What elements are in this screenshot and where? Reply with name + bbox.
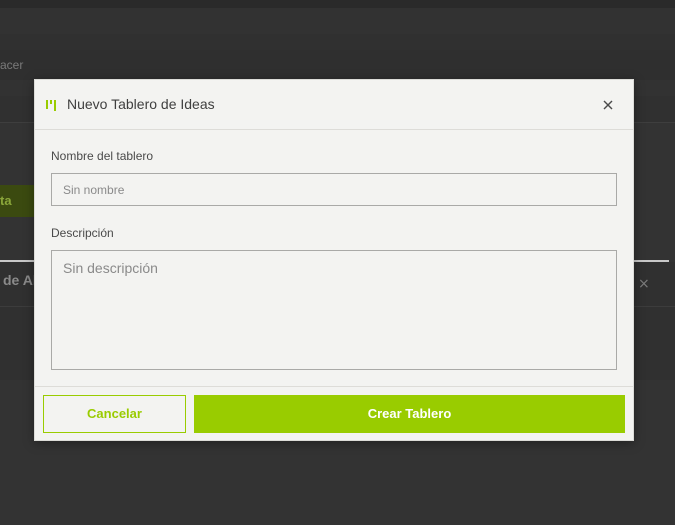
new-board-dialog: Nuevo Tablero de Ideas Nombre del tabler… xyxy=(34,79,634,441)
dialog-header: Nuevo Tablero de Ideas xyxy=(35,80,633,130)
cancel-button[interactable]: Cancelar xyxy=(43,395,186,433)
dialog-title: Nuevo Tablero de Ideas xyxy=(67,96,215,112)
create-board-button[interactable]: Crear Tablero xyxy=(194,395,625,433)
background-row xyxy=(0,50,675,81)
background-action-button-label: ta xyxy=(0,193,12,208)
description-label: Descripción xyxy=(51,226,114,240)
board-name-input[interactable] xyxy=(51,173,617,206)
background-row xyxy=(0,8,675,35)
board-icon xyxy=(46,97,58,111)
description-textarea[interactable] xyxy=(51,250,617,370)
close-icon[interactable] xyxy=(599,96,617,114)
background-close-icon: × xyxy=(638,276,650,292)
background-section-title: de Al xyxy=(3,272,37,288)
background-row xyxy=(0,34,675,51)
background-partial-text: acer xyxy=(0,58,24,72)
app-topbar xyxy=(0,0,675,8)
dialog-footer-divider xyxy=(35,386,633,387)
board-name-label: Nombre del tablero xyxy=(51,149,154,163)
